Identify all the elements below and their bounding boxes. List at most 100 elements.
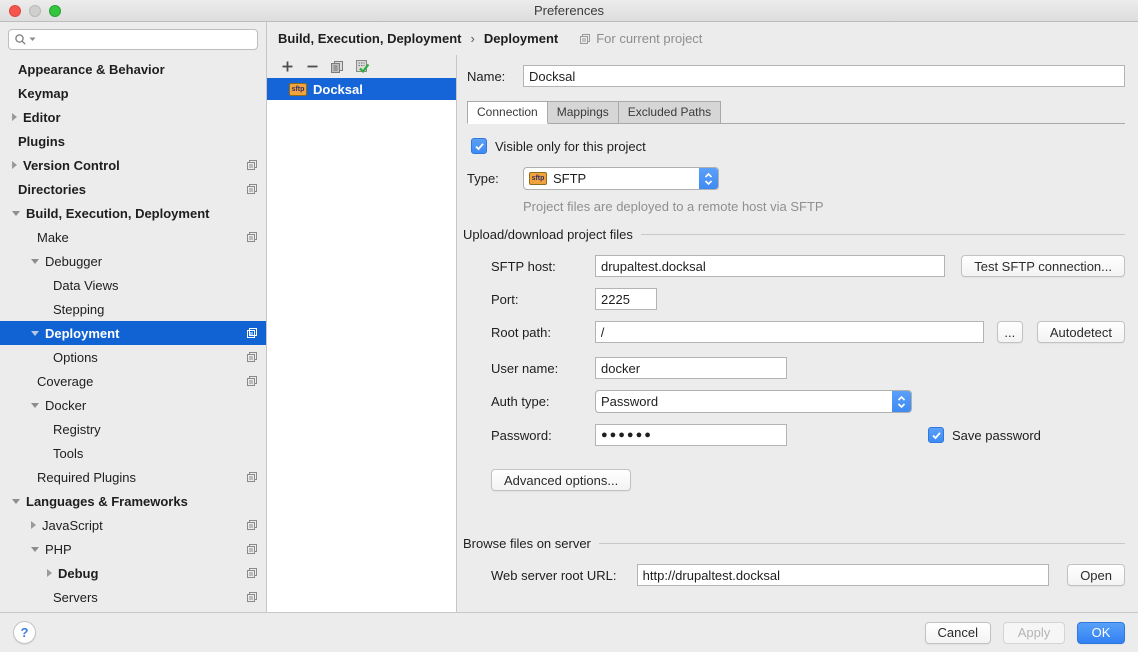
auth-type-label: Auth type:: [491, 394, 595, 409]
add-server-button[interactable]: [279, 59, 295, 75]
advanced-options-row: Advanced options...: [491, 469, 1125, 491]
default-server-check-icon: [355, 59, 370, 74]
tree-expand-arrow-icon[interactable]: [31, 403, 39, 408]
password-row: Password: Save password: [491, 424, 1125, 446]
sidebar-item-label: Editor: [23, 110, 240, 125]
per-project-settings-icon: [246, 519, 258, 531]
browse-root-path-button[interactable]: ...: [997, 321, 1023, 343]
sidebar-item-label: Stepping: [53, 302, 240, 317]
server-list-item-docksal[interactable]: sftp Docksal: [267, 78, 456, 100]
sidebar-item-php[interactable]: PHP: [0, 537, 266, 561]
sftp-host-input[interactable]: [595, 255, 945, 277]
sidebar-item-registry[interactable]: Registry: [0, 417, 266, 441]
tree-expand-arrow-icon[interactable]: [12, 211, 20, 216]
cancel-button[interactable]: Cancel: [925, 622, 991, 644]
sidebar-item-label: Debugger: [45, 254, 240, 269]
port-row: Port:: [491, 288, 1125, 310]
user-name-label: User name:: [491, 361, 595, 376]
sidebar-item-label: Registry: [53, 422, 240, 437]
sidebar-item-appearance-behavior[interactable]: Appearance & Behavior: [0, 57, 266, 81]
sidebar-item-data-views[interactable]: Data Views: [0, 273, 266, 297]
remove-server-button[interactable]: [304, 59, 320, 75]
breadcrumb-parent[interactable]: Build, Execution, Deployment: [278, 31, 461, 46]
sidebar-item-debugger[interactable]: Debugger: [0, 249, 266, 273]
password-label: Password:: [491, 428, 595, 443]
sidebar-item-version-control[interactable]: Version Control: [0, 153, 266, 177]
sidebar-item-label: Languages & Frameworks: [26, 494, 240, 509]
sidebar-item-label: Options: [53, 350, 240, 365]
user-name-input[interactable]: [595, 357, 787, 379]
zoom-window-button[interactable]: [49, 5, 61, 17]
sidebar-item-label: Appearance & Behavior: [18, 62, 240, 77]
tab-mappings[interactable]: Mappings: [548, 101, 619, 124]
sidebar-item-required-plugins[interactable]: Required Plugins: [0, 465, 266, 489]
advanced-options-button[interactable]: Advanced options...: [491, 469, 631, 491]
use-as-default-server-button[interactable]: [354, 59, 370, 75]
sidebar-item-servers[interactable]: Servers: [0, 585, 266, 609]
type-select[interactable]: sftp SFTP: [523, 167, 719, 190]
sidebar-item-plugins[interactable]: Plugins: [0, 129, 266, 153]
search-icon: [14, 33, 27, 46]
auth-type-select[interactable]: Password: [595, 390, 912, 413]
sidebar-item-debug[interactable]: Debug: [0, 561, 266, 585]
autodetect-button[interactable]: Autodetect: [1037, 321, 1125, 343]
per-project-settings-icon: [246, 567, 258, 579]
per-project-settings-icon: [246, 351, 258, 363]
sidebar-item-label: Make: [37, 230, 240, 245]
auth-type-select-value: Password: [601, 394, 886, 409]
deployment-form: Name: Connection Mappings Excluded Paths: [457, 55, 1138, 612]
sidebar-item-keymap[interactable]: Keymap: [0, 81, 266, 105]
web-root-input[interactable]: [637, 564, 1050, 586]
sidebar-item-tools[interactable]: Tools: [0, 441, 266, 465]
sidebar-item-options[interactable]: Options: [0, 345, 266, 369]
upload-section-header: Upload/download project files: [463, 227, 1125, 242]
sidebar-item-label: JavaScript: [42, 518, 240, 533]
save-password-checkbox[interactable]: [928, 427, 944, 443]
sidebar-item-label: PHP: [45, 542, 240, 557]
tree-expand-arrow-icon[interactable]: [12, 161, 17, 169]
test-sftp-connection-button[interactable]: Test SFTP connection...: [961, 255, 1125, 277]
tree-expand-arrow-icon[interactable]: [31, 547, 39, 552]
sidebar-item-docker[interactable]: Docker: [0, 393, 266, 417]
sidebar-item-languages-frameworks[interactable]: Languages & Frameworks: [0, 489, 266, 513]
sidebar-item-label: Docker: [45, 398, 240, 413]
sidebar-item-editor[interactable]: Editor: [0, 105, 266, 129]
tree-expand-arrow-icon[interactable]: [31, 331, 39, 336]
apply-button[interactable]: Apply: [1003, 622, 1065, 644]
tree-expand-arrow-icon[interactable]: [12, 113, 17, 121]
password-input[interactable]: [595, 424, 787, 446]
search-options-chevron-icon[interactable]: [29, 37, 36, 42]
root-path-input[interactable]: [595, 321, 984, 343]
close-window-button[interactable]: [9, 5, 21, 17]
sidebar-item-label: Tools: [53, 446, 240, 461]
breadcrumb-current: Deployment: [484, 31, 558, 46]
per-project-settings-icon: [246, 543, 258, 555]
sidebar-item-build-execution-deployment[interactable]: Build, Execution, Deployment: [0, 201, 266, 225]
copy-server-button[interactable]: [329, 59, 345, 75]
tree-expand-arrow-icon[interactable]: [31, 521, 36, 529]
name-input[interactable]: [523, 65, 1125, 87]
open-url-button[interactable]: Open: [1067, 564, 1125, 586]
name-label: Name:: [467, 69, 523, 84]
select-chevrons-icon: [892, 391, 911, 412]
tree-expand-arrow-icon[interactable]: [12, 499, 20, 504]
sftp-type-icon: sftp: [289, 83, 307, 96]
tree-expand-arrow-icon[interactable]: [47, 569, 52, 577]
tab-excluded-paths[interactable]: Excluded Paths: [619, 101, 721, 124]
sidebar-item-deployment[interactable]: Deployment: [0, 321, 266, 345]
type-hint-text: Project files are deployed to a remote h…: [523, 199, 1125, 214]
sidebar-item-make[interactable]: Make: [0, 225, 266, 249]
sidebar-item-javascript[interactable]: JavaScript: [0, 513, 266, 537]
ok-button[interactable]: OK: [1077, 622, 1125, 644]
sidebar-item-stepping[interactable]: Stepping: [0, 297, 266, 321]
visible-only-checkbox[interactable]: [471, 138, 487, 154]
sidebar-item-directories[interactable]: Directories: [0, 177, 266, 201]
sidebar-item-label: Required Plugins: [37, 470, 240, 485]
tree-expand-arrow-icon[interactable]: [31, 259, 39, 264]
settings-sidebar: Appearance & Behavior Keymap Editor Plug…: [0, 22, 267, 612]
port-input[interactable]: [595, 288, 657, 310]
sidebar-item-coverage[interactable]: Coverage: [0, 369, 266, 393]
tab-connection[interactable]: Connection: [467, 101, 548, 124]
help-button[interactable]: ?: [13, 621, 36, 644]
settings-search-input[interactable]: [8, 29, 258, 50]
